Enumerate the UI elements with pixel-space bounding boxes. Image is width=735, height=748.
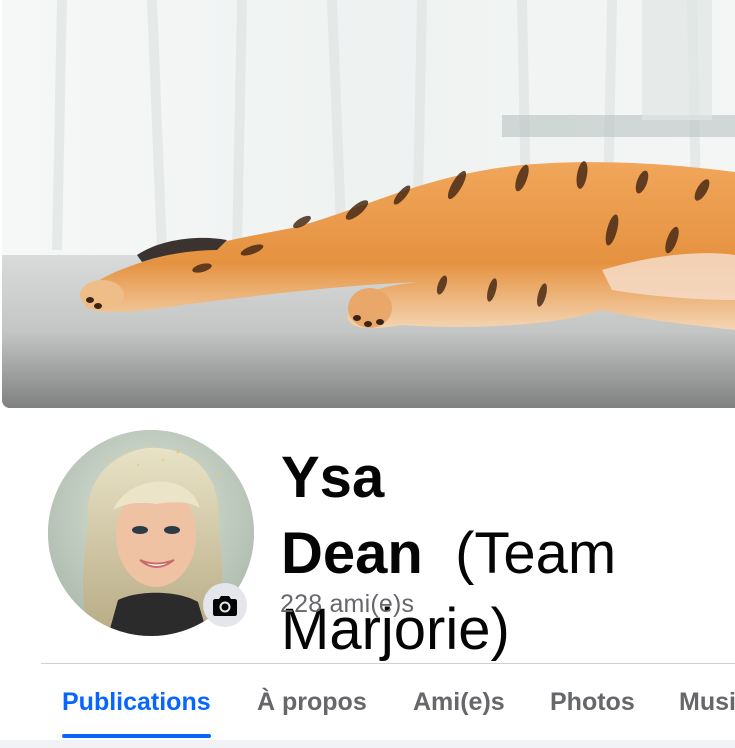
bottom-background-strip	[0, 740, 735, 748]
profile-page: Ysa Dean (Team Marjorie) 228 ami(e)s Pub…	[0, 0, 735, 748]
camera-icon	[213, 596, 237, 616]
friends-count-link[interactable]: 228 ami(e)s	[280, 590, 414, 619]
profile-first-name: Ysa Dean	[281, 445, 423, 586]
profile-name: Ysa Dean (Team Marjorie)	[281, 440, 731, 668]
profile-avatar-container	[46, 428, 256, 638]
tab-photos[interactable]: Photos	[550, 664, 635, 740]
tab-amis[interactable]: Ami(e)s	[413, 664, 505, 740]
cover-photo[interactable]	[2, 0, 735, 408]
active-tab-indicator	[62, 734, 211, 738]
profile-tabs: Publications À propos Ami(e)s Photos Mus…	[41, 664, 735, 740]
tab-musique-label: Musi	[679, 688, 735, 716]
tab-musique[interactable]: Musi	[679, 664, 735, 740]
tab-publications[interactable]: Publications	[62, 664, 211, 740]
tab-photos-label: Photos	[550, 688, 635, 716]
tab-amis-label: Ami(e)s	[413, 688, 505, 716]
tab-publications-label: Publications	[62, 688, 211, 716]
tab-a-propos[interactable]: À propos	[257, 664, 367, 740]
cover-photo-cat-image	[2, 0, 735, 408]
update-profile-picture-button[interactable]	[203, 583, 247, 627]
tab-a-propos-label: À propos	[257, 688, 367, 716]
